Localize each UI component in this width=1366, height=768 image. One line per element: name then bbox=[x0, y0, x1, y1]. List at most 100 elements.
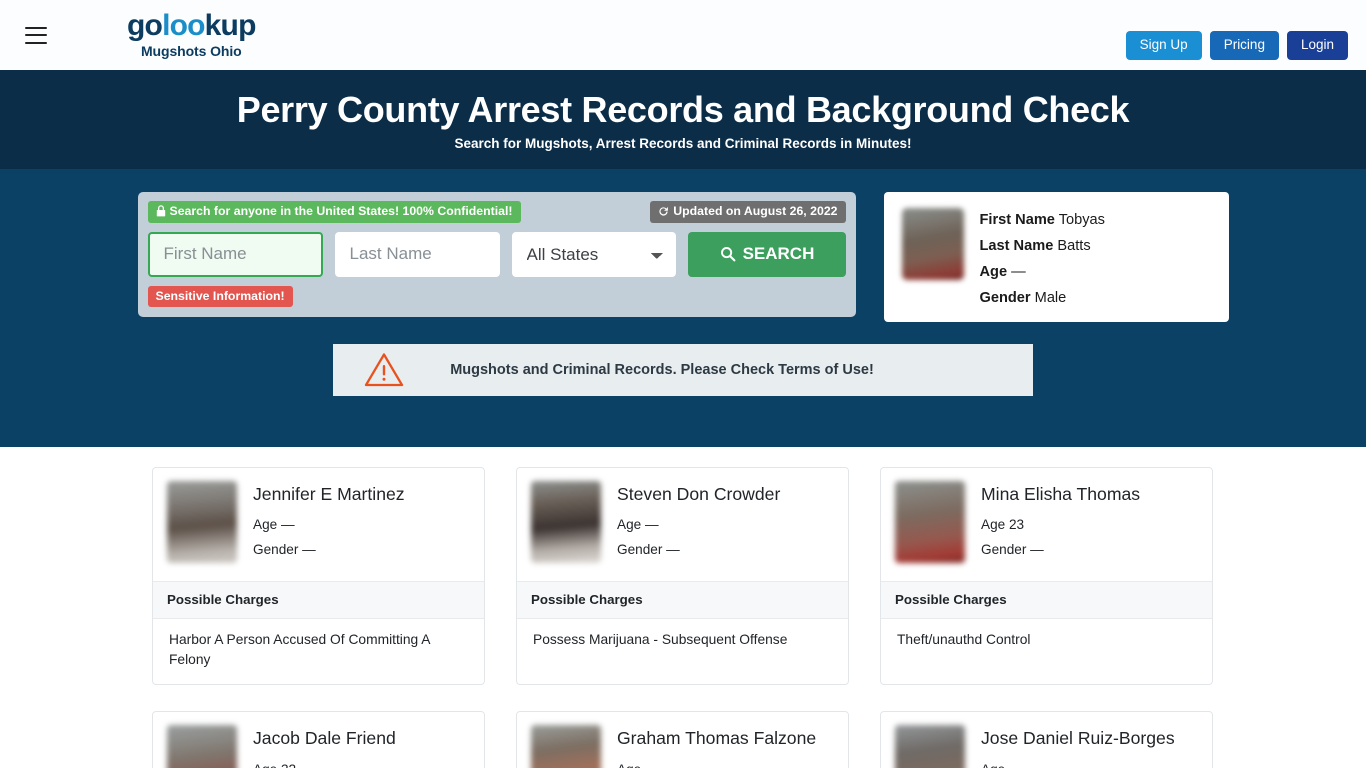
alert-text: Mugshots and Criminal Records. Please Ch… bbox=[450, 362, 874, 379]
search-row: Search for anyone in the United States! … bbox=[0, 192, 1366, 323]
result-gender: Gender — bbox=[981, 542, 1140, 557]
confidential-badge-text: Search for anyone in the United States! … bbox=[169, 204, 513, 219]
pricing-button[interactable]: Pricing bbox=[1209, 31, 1279, 60]
age-value: — bbox=[645, 762, 659, 768]
top-navigation-bar: golookup Mugshots Ohio Sign Up Pricing L… bbox=[0, 0, 1366, 70]
age-label: Age bbox=[617, 517, 642, 533]
result-card-header: Steven Don Crowder Age — Gender — bbox=[517, 468, 848, 581]
refresh-icon bbox=[659, 206, 669, 216]
profile-first-name-row: First Name Tobyas bbox=[980, 210, 1105, 232]
updated-badge-text: Updated on August 26, 2022 bbox=[673, 204, 838, 219]
result-card[interactable]: Graham Thomas Falzone Age — Gender — Pos… bbox=[516, 711, 849, 768]
charge-text: Possess Marijuana - Subsequent Offense bbox=[533, 632, 788, 648]
result-name: Mina Elisha Thomas bbox=[981, 484, 1141, 505]
result-card[interactable]: Jose Daniel Ruiz-Borges Age — Gender — P… bbox=[880, 711, 1213, 768]
result-card[interactable]: Jennifer E Martinez Age — Gender — Possi… bbox=[152, 467, 485, 686]
possible-charges-header: Possible Charges bbox=[517, 581, 848, 620]
hamburger-bar bbox=[25, 34, 47, 36]
result-age: Age — bbox=[253, 517, 405, 532]
profile-details: First Name Tobyas Last Name Batts Age — … bbox=[980, 208, 1105, 310]
logo-part-kup: kup bbox=[204, 9, 257, 43]
result-info: Steven Don Crowder Age — Gender — bbox=[617, 481, 780, 567]
search-section: Search for anyone in the United States! … bbox=[0, 169, 1366, 448]
possible-charges-header: Possible Charges bbox=[881, 581, 1212, 620]
page-title: Perry County Arrest Records and Backgrou… bbox=[236, 89, 1130, 130]
result-card-header: Mina Elisha Thomas Age 23 Gender — bbox=[881, 468, 1212, 581]
search-panel: Search for anyone in the United States! … bbox=[137, 192, 856, 317]
hamburger-menu-icon[interactable] bbox=[25, 26, 47, 44]
age-label: Age bbox=[253, 762, 277, 768]
profile-last-name-label: Last Name bbox=[979, 238, 1054, 255]
results-grid: Jennifer E Martinez Age — Gender — Possi… bbox=[152, 467, 1214, 768]
gender-value: — bbox=[1030, 542, 1044, 558]
profile-age-row: Age — bbox=[980, 262, 1105, 284]
profile-age-value: — bbox=[1011, 264, 1026, 281]
page-header-band: Perry County Arrest Records and Backgrou… bbox=[0, 70, 1366, 170]
result-info: Mina Elisha Thomas Age 23 Gender — bbox=[981, 481, 1140, 567]
result-info: Jacob Dale Friend Age 32 Gender — bbox=[253, 725, 396, 768]
gender-label: Gender bbox=[253, 542, 299, 558]
age-value: — bbox=[1009, 762, 1023, 768]
result-gender: Gender — bbox=[253, 542, 405, 557]
result-mugshot bbox=[167, 481, 237, 564]
result-card-header: Jennifer E Martinez Age — Gender — bbox=[153, 468, 484, 581]
charge-text: Theft/unauthd Control bbox=[897, 632, 1031, 648]
hamburger-bar bbox=[25, 41, 47, 44]
nav-button-group: Sign Up Pricing Login bbox=[1125, 31, 1348, 60]
gender-value: — bbox=[666, 542, 680, 558]
state-select[interactable]: All States bbox=[511, 231, 677, 277]
lock-icon bbox=[156, 205, 165, 217]
results-section: Jennifer E Martinez Age — Gender — Possi… bbox=[0, 447, 1366, 768]
terms-of-use-alert: Mugshots and Criminal Records. Please Ch… bbox=[333, 344, 1033, 397]
age-label: Age bbox=[981, 517, 1006, 533]
result-age: Age — bbox=[981, 762, 1175, 768]
logo-part-go: go bbox=[127, 9, 163, 43]
result-age: Age 23 bbox=[981, 517, 1140, 532]
search-icon bbox=[720, 247, 736, 262]
featured-profile-card[interactable]: First Name Tobyas Last Name Batts Age — … bbox=[883, 192, 1229, 323]
hamburger-bar bbox=[25, 26, 47, 29]
profile-gender-value: Male bbox=[1034, 289, 1067, 306]
result-card-header: Graham Thomas Falzone Age — Gender — bbox=[517, 712, 848, 768]
search-fields: All States SEARCH bbox=[147, 231, 846, 277]
result-card-header: Jacob Dale Friend Age 32 Gender — bbox=[153, 712, 484, 768]
age-label: Age bbox=[981, 762, 1005, 768]
result-mugshot bbox=[895, 481, 965, 564]
search-badges: Search for anyone in the United States! … bbox=[147, 201, 846, 223]
updated-badge: Updated on August 26, 2022 bbox=[650, 201, 846, 223]
search-button-label: SEARCH bbox=[742, 244, 815, 264]
profile-avatar bbox=[901, 208, 964, 281]
profile-last-name-row: Last Name Batts bbox=[980, 236, 1105, 258]
result-info: Jennifer E Martinez Age — Gender — bbox=[253, 481, 405, 567]
result-name: Steven Don Crowder bbox=[617, 484, 781, 505]
login-button[interactable]: Login bbox=[1286, 31, 1348, 60]
result-info: Graham Thomas Falzone Age — Gender — bbox=[617, 725, 816, 768]
logo-subtitle: Mugshots Ohio bbox=[141, 42, 242, 59]
charge-text: Harbor A Person Accused Of Committing A … bbox=[169, 632, 430, 668]
first-name-input[interactable] bbox=[147, 231, 323, 277]
search-button[interactable]: SEARCH bbox=[688, 231, 846, 277]
result-mugshot bbox=[531, 725, 601, 768]
result-mugshot bbox=[167, 725, 237, 768]
gender-value: — bbox=[302, 542, 316, 558]
result-age: Age 32 bbox=[253, 762, 396, 768]
result-mugshot bbox=[895, 725, 965, 768]
sign-up-button[interactable]: Sign Up bbox=[1125, 31, 1202, 60]
page-subtitle: Search for Mugshots, Arrest Records and … bbox=[454, 136, 912, 152]
age-value: 23 bbox=[1008, 517, 1025, 533]
last-name-input[interactable] bbox=[334, 231, 500, 277]
result-card[interactable]: Mina Elisha Thomas Age 23 Gender — Possi… bbox=[880, 467, 1213, 686]
result-card[interactable]: Jacob Dale Friend Age 32 Gender — Possib… bbox=[152, 711, 485, 768]
logo-part-loo: loo bbox=[162, 9, 205, 43]
result-card-header: Jose Daniel Ruiz-Borges Age — Gender — bbox=[881, 712, 1212, 768]
result-age: Age — bbox=[617, 517, 780, 532]
site-logo[interactable]: golookup Mugshots Ohio bbox=[127, 9, 257, 59]
result-name: Graham Thomas Falzone bbox=[617, 728, 817, 749]
age-label: Age bbox=[617, 762, 641, 768]
confidential-badge: Search for anyone in the United States! … bbox=[147, 201, 521, 223]
result-name: Jennifer E Martinez bbox=[253, 484, 405, 505]
result-name: Jose Daniel Ruiz-Borges bbox=[981, 728, 1175, 749]
result-gender: Gender — bbox=[617, 542, 780, 557]
result-card[interactable]: Steven Don Crowder Age — Gender — Possib… bbox=[516, 467, 849, 686]
sensitive-information-badge: Sensitive Information! bbox=[147, 285, 293, 307]
